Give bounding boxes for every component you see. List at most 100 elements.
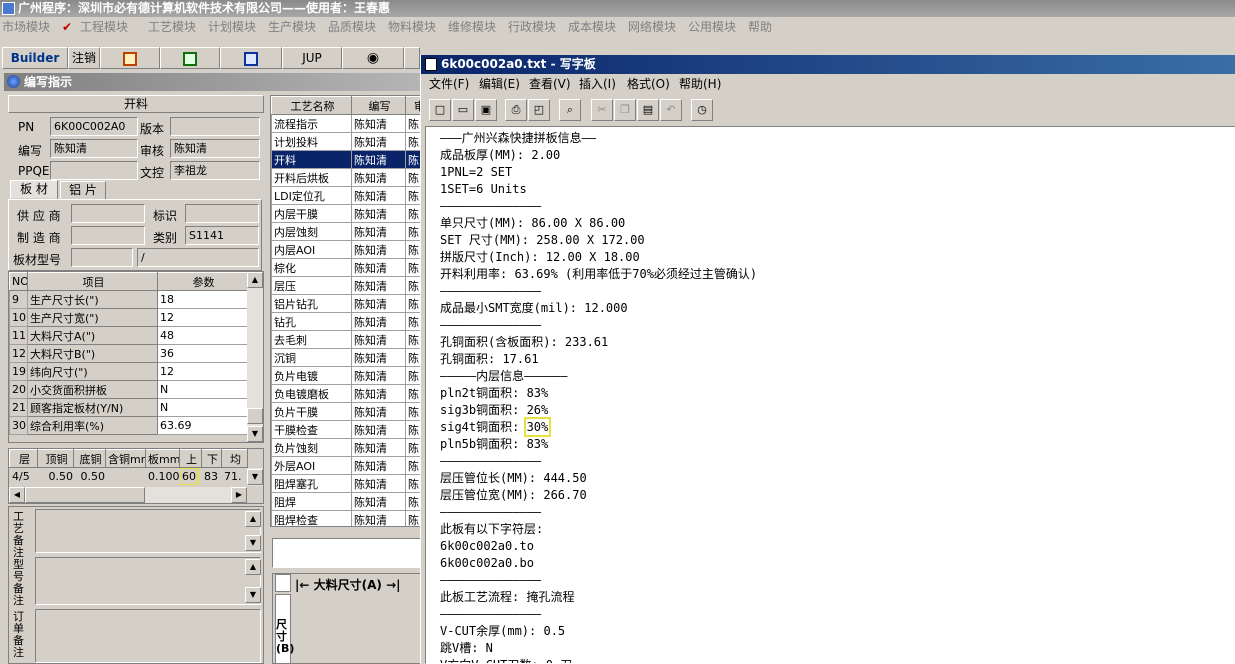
menu-process[interactable]: 工艺模块	[148, 17, 196, 37]
col-author[interactable]: 编写	[351, 96, 406, 115]
menu-file[interactable]: 文件(F)	[429, 74, 469, 94]
menu-engineering[interactable]: 工程模块	[80, 17, 128, 37]
process-row[interactable]: 负片电镀 陈知清陈	[271, 366, 420, 385]
process-row[interactable]: 沉铜 陈知清陈	[271, 348, 420, 367]
menu-plan[interactable]: 计划模块	[208, 17, 256, 37]
cut-icon[interactable]: ✂	[591, 99, 613, 121]
menu-network[interactable]: 网络模块	[628, 17, 676, 37]
process-row[interactable]: 流程指示 陈知清陈	[271, 114, 420, 133]
process-row[interactable]: 内层蚀刻 陈知清陈	[271, 222, 420, 241]
category-field[interactable]: S1141	[185, 226, 259, 245]
pn-field[interactable]: 6K00C002A0	[50, 117, 138, 136]
layer-row[interactable]: 4/5 0.50 0.50 0.100 60 83 71.	[9, 467, 248, 486]
process-row[interactable]: 负片蚀刻 陈知清陈	[271, 438, 420, 457]
logout-button[interactable]: 注销	[68, 47, 100, 69]
process-row[interactable]: 开料后烘板 陈知清陈	[271, 168, 420, 187]
col-param[interactable]: 参数	[157, 272, 248, 291]
process-row[interactable]: 计划投料 陈知清陈	[271, 132, 420, 151]
model-field[interactable]	[71, 248, 133, 267]
menu-view[interactable]: 查看(V)	[529, 74, 571, 94]
process-row[interactable]: 负电镀磨板 陈知清陈	[271, 384, 420, 403]
process-row[interactable]: 棕化 陈知清陈	[271, 258, 420, 277]
col-board-mm[interactable]: 板mm	[145, 449, 180, 468]
menu-market[interactable]: 市场模块	[2, 17, 50, 37]
col-item[interactable]: 项目	[27, 272, 158, 291]
col-lower[interactable]: 下	[201, 449, 222, 468]
tab-board-material[interactable]: 板 材	[10, 180, 58, 199]
menu-admin[interactable]: 行政模块	[508, 17, 556, 37]
process-row[interactable]: 层压 陈知清陈	[271, 276, 420, 295]
model-memo[interactable]: ▲ ▼	[35, 557, 261, 605]
process-row[interactable]: 外层AOI 陈知清陈	[271, 456, 420, 475]
process-row[interactable]: 负片干膜 陈知清陈	[271, 402, 420, 421]
model-field-2[interactable]: /	[137, 248, 259, 267]
menu-edit[interactable]: 编辑(E)	[479, 74, 520, 94]
scroll-down-icon[interactable]: ▼	[245, 587, 261, 603]
col-top-copper[interactable]: 顶铜	[37, 449, 74, 468]
menu-insert[interactable]: 插入(I)	[579, 74, 616, 94]
save-icon[interactable]: ▣	[475, 99, 497, 121]
paste-icon[interactable]: ▤	[637, 99, 659, 121]
view-button[interactable]: ◉	[342, 47, 404, 69]
col-copper-mm[interactable]: 含铜mm	[105, 449, 146, 468]
scroll-thumb[interactable]	[247, 408, 263, 424]
excel-button[interactable]	[160, 47, 220, 69]
menu-material[interactable]: 物料模块	[388, 17, 436, 37]
process-row[interactable]: 去毛刺 陈知清陈	[271, 330, 420, 349]
undo-icon[interactable]: ↶	[660, 99, 682, 121]
menu-maintenance[interactable]: 维修模块	[448, 17, 496, 37]
tab-aluminum-sheet[interactable]: 铝 片	[60, 181, 106, 200]
param-row[interactable]: 12 大料尺寸B(") 36	[9, 344, 248, 363]
param-row[interactable]: 11 大料尺寸A(") 48	[9, 326, 248, 345]
menu-format[interactable]: 格式(O)	[627, 74, 670, 94]
process-row[interactable]: 内层干膜 陈知清陈	[271, 204, 420, 223]
param-row[interactable]: 30 综合利用率(%) 63.69	[9, 416, 248, 435]
jup-button[interactable]: JUP	[282, 47, 342, 69]
param-row[interactable]: 9 生产尺寸长(") 18	[9, 290, 248, 309]
version-field[interactable]	[170, 117, 260, 136]
doc-control-field[interactable]: 李祖龙	[170, 161, 260, 180]
builder-button[interactable]: Builder	[2, 47, 68, 69]
process-row[interactable]: 阻焊塞孔 陈知清陈	[271, 474, 420, 493]
process-row[interactable]: 阻焊 陈知清陈	[271, 492, 420, 511]
param-row[interactable]: 20 小交货面积拼板 N	[9, 380, 248, 399]
param-row[interactable]: 21 顾客指定板材(Y/N) N	[9, 398, 248, 417]
param-row[interactable]: 19 纬向尺寸(") 12	[9, 362, 248, 381]
scroll-up-icon[interactable]: ▲	[247, 272, 263, 288]
process-row[interactable]: 钻孔 陈知清陈	[271, 312, 420, 331]
menu-quality[interactable]: 品质模块	[328, 17, 376, 37]
col-upper[interactable]: 上	[179, 449, 202, 468]
scroll-down-icon[interactable]: ▼	[247, 469, 263, 485]
process-row[interactable]: 内层AOI 陈知清陈	[271, 240, 420, 259]
document-area[interactable]: ———广州兴森快捷拼板信息—— 成品板厚(MM): 2.00 1PNL=2 SET 1…	[425, 126, 1235, 664]
layer-hscrollbar[interactable]: ◀ ▶	[9, 487, 247, 503]
process-row[interactable]: 铝片钻孔 陈知清陈	[271, 294, 420, 313]
copy-icon[interactable]: ❐	[614, 99, 636, 121]
col-review[interactable]: 审	[405, 96, 420, 115]
scroll-up-icon[interactable]: ▲	[245, 559, 261, 575]
find-icon[interactable]: ⌕	[559, 99, 581, 121]
open-folder-icon[interactable]: ▭	[452, 99, 474, 121]
order-memo[interactable]	[35, 609, 261, 663]
maker-field[interactable]	[71, 226, 145, 245]
mark-field[interactable]	[185, 204, 259, 223]
process-memo[interactable]: ▲ ▼	[35, 509, 261, 553]
scroll-down-icon[interactable]: ▼	[245, 535, 261, 551]
param-row[interactable]: 10 生产尺寸宽(") 12	[9, 308, 248, 327]
toolbar-more-button[interactable]	[404, 47, 420, 69]
menu-help[interactable]: 帮助(H)	[679, 74, 721, 94]
diagram-input[interactable]	[272, 538, 421, 568]
print-icon[interactable]: ⎙	[505, 99, 527, 121]
menu-cost[interactable]: 成本模块	[568, 17, 616, 37]
supplier-field[interactable]	[71, 204, 145, 223]
ppqe-field[interactable]	[50, 161, 138, 180]
new-file-icon[interactable]: □	[429, 99, 451, 121]
col-average[interactable]: 均	[221, 449, 248, 468]
col-no[interactable]: NO	[9, 272, 28, 291]
layer-vscroll[interactable]: ▼	[247, 468, 263, 486]
scroll-right-icon[interactable]: ▶	[231, 487, 247, 503]
process-row[interactable]: 阻焊检查 陈知清陈	[271, 510, 420, 526]
params-scrollbar[interactable]: ▲ ▼	[247, 272, 263, 442]
print-preview-icon[interactable]: ◰	[528, 99, 550, 121]
process-row[interactable]: LDI定位孔 陈知清陈	[271, 186, 420, 205]
